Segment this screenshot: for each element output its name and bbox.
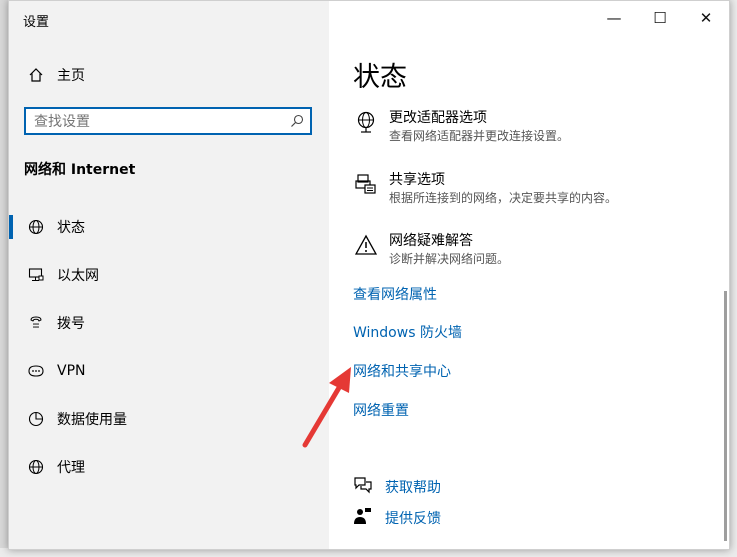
vpn-icon — [25, 360, 47, 382]
sidebar-item-data-usage[interactable]: 数据使用量 — [9, 399, 329, 439]
option-description: 查看网络适配器并更改连接设置。 — [389, 129, 570, 143]
main-content: 状态 更改适配器选项 查看网络适配器并更改连接设置。 共享选项 根据所连接到的网… — [329, 1, 729, 549]
network-reset-link[interactable]: 网络重置 — [353, 400, 409, 420]
view-network-properties-link[interactable]: 查看网络属性 — [353, 284, 437, 304]
section-title: 网络和 Internet — [24, 162, 136, 178]
sidebar-item-label: 数据使用量 — [57, 412, 127, 428]
sidebar-item-label: 状态 — [57, 220, 85, 236]
dialup-icon — [25, 312, 47, 334]
printer-share-icon — [353, 173, 379, 199]
sidebar-item-vpn[interactable]: VPN — [9, 351, 329, 391]
sidebar-item-home[interactable]: 主页 — [9, 55, 329, 95]
sidebar-item-status[interactable]: 状态 — [9, 207, 329, 247]
sharing-options[interactable]: 共享选项 根据所连接到的网络，决定要共享的内容。 — [353, 171, 713, 207]
search-icon[interactable] — [290, 113, 304, 132]
ethernet-monitor-icon — [25, 264, 47, 286]
window-title: 设置 — [23, 15, 50, 30]
sidebar-item-label: VPN — [57, 363, 86, 379]
adapter-globe-icon — [353, 111, 379, 137]
page-title: 状态 — [353, 62, 407, 93]
settings-window: 设置 主页 网络和 Internet 状态 以太网 — [8, 0, 730, 550]
sidebar-item-label: 以太网 — [57, 268, 99, 284]
sidebar-item-ethernet[interactable]: 以太网 — [9, 255, 329, 295]
give-feedback[interactable]: 提供反馈 — [353, 506, 441, 530]
network-troubleshooter[interactable]: 网络疑难解答 诊断并解决网络问题。 — [353, 232, 713, 268]
globe-icon — [25, 216, 47, 238]
sidebar-item-label: 拨号 — [57, 316, 85, 332]
annotation-arrow-icon — [302, 367, 351, 448]
pie-chart-icon — [25, 408, 47, 430]
option-description: 诊断并解决网络问题。 — [389, 252, 510, 266]
option-title: 共享选项 — [389, 172, 445, 188]
search-box[interactable] — [24, 107, 312, 135]
globe-icon — [25, 456, 47, 478]
network-sharing-center-link[interactable]: 网络和共享中心 — [353, 361, 451, 381]
sidebar: 设置 主页 网络和 Internet 状态 以太网 — [9, 1, 329, 549]
sidebar-item-dialup[interactable]: 拨号 — [9, 303, 329, 343]
home-icon — [25, 64, 47, 86]
option-title: 网络疑难解答 — [389, 233, 473, 249]
warning-triangle-icon — [353, 234, 379, 260]
get-help[interactable]: 获取帮助 — [353, 475, 441, 499]
chat-help-icon — [353, 475, 373, 499]
home-label: 主页 — [57, 68, 85, 84]
search-input[interactable] — [32, 109, 286, 135]
feedback-person-icon — [353, 506, 373, 530]
feedback-label: 提供反馈 — [385, 511, 441, 527]
change-adapter-options[interactable]: 更改适配器选项 查看网络适配器并更改连接设置。 — [353, 109, 713, 145]
option-title: 更改适配器选项 — [389, 110, 487, 126]
scrollbar[interactable] — [724, 291, 727, 541]
sidebar-item-proxy[interactable]: 代理 — [9, 447, 329, 487]
help-label: 获取帮助 — [385, 480, 441, 496]
windows-firewall-link[interactable]: Windows 防火墙 — [353, 322, 462, 342]
option-description: 根据所连接到的网络，决定要共享的内容。 — [389, 191, 618, 205]
sidebar-item-label: 代理 — [57, 460, 85, 476]
